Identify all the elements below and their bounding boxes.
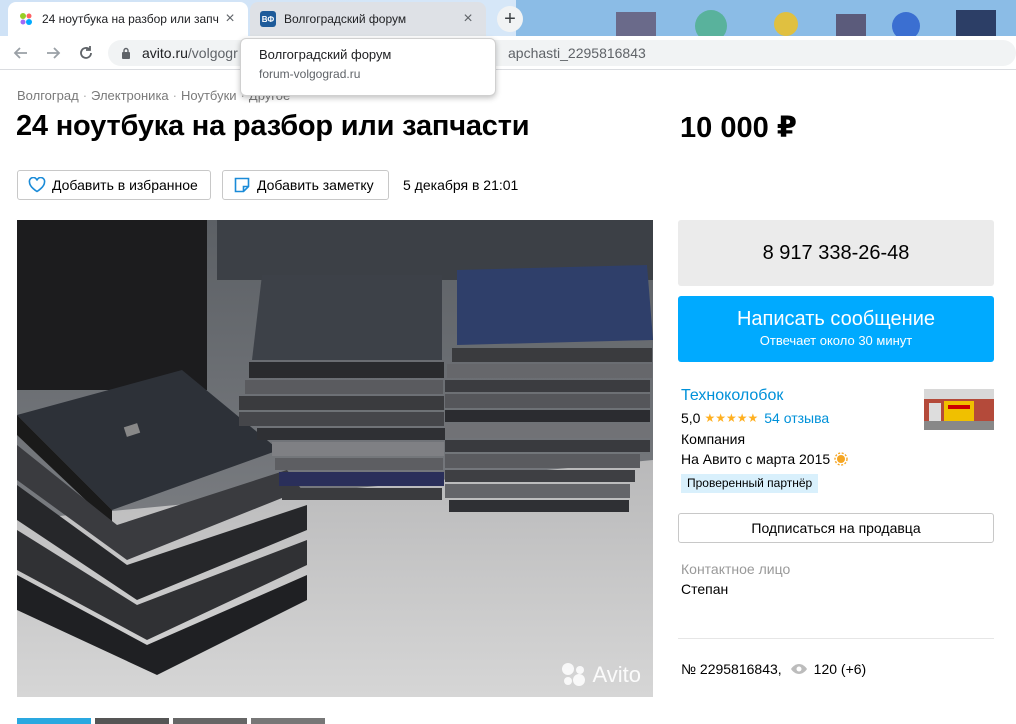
phone-number: 8 917 338-26-48 bbox=[762, 241, 910, 264]
seller-since: На Авито с марта 2015 bbox=[681, 451, 848, 467]
tooltip-url: forum-volgograd.ru bbox=[259, 67, 361, 81]
add-to-favorites-button[interactable]: Добавить в избранное bbox=[17, 170, 211, 200]
views-count: 120 (+6) bbox=[813, 661, 867, 677]
write-message-button[interactable]: Написать сообщение Отвечает около 30 мин… bbox=[678, 296, 994, 362]
publish-date: 5 декабря в 21:01 bbox=[403, 177, 519, 193]
medal-icon bbox=[834, 452, 848, 466]
message-label: Написать сообщение bbox=[736, 308, 935, 330]
seller-name-link[interactable]: Техноколобок bbox=[681, 387, 783, 405]
tab-avito[interactable]: 24 ноутбука на разбор или запч × bbox=[8, 2, 248, 36]
tab-title: 24 ноутбука на разбор или запч bbox=[42, 12, 219, 26]
forum-icon: ВФ bbox=[260, 11, 276, 27]
forum-badge: ВФ bbox=[260, 11, 276, 27]
since-text: На Авито с марта 2015 bbox=[681, 451, 831, 467]
tab-hover-tooltip: Волгоградский форум forum-volgograd.ru bbox=[240, 38, 496, 96]
new-tab-button[interactable]: + bbox=[497, 6, 523, 32]
favorites-label: Добавить в избранное bbox=[52, 177, 198, 193]
response-time: Отвечает около 30 минут bbox=[759, 333, 913, 348]
phone-button[interactable]: 8 917 338-26-48 bbox=[678, 220, 994, 286]
thumbnail[interactable] bbox=[251, 718, 325, 724]
breadcrumb-item[interactable]: Ноутбуки bbox=[181, 88, 237, 103]
lock-icon bbox=[122, 47, 130, 59]
laptops-photo-image bbox=[17, 220, 653, 697]
url-path: /volgogr bbox=[187, 45, 238, 61]
breadcrumb-item[interactable]: Волгоград bbox=[17, 88, 79, 103]
add-note-button[interactable]: Добавить заметку bbox=[222, 170, 389, 200]
listing-photo[interactable]: Avito bbox=[17, 220, 653, 697]
subscribe-seller-button[interactable]: Подписаться на продавца bbox=[678, 513, 994, 543]
page-title: 24 ноутбука на разбор или запчасти bbox=[16, 110, 530, 142]
back-button[interactable] bbox=[10, 42, 32, 64]
heart-icon bbox=[28, 177, 46, 193]
tab-bar: 24 ноутбука на разбор или запч × ВФ Волг… bbox=[0, 0, 1016, 36]
seller-type: Компания bbox=[681, 431, 746, 447]
contact-person-label: Контактное лицо bbox=[681, 561, 791, 577]
divider bbox=[678, 638, 994, 639]
verified-partner-badge: Проверенный партнёр bbox=[681, 474, 819, 493]
watermark-text: Avito bbox=[592, 662, 641, 687]
reviews-link[interactable]: 54 отзыва bbox=[764, 410, 829, 426]
desktop-background bbox=[516, 0, 1016, 36]
shop-photo-image bbox=[924, 389, 994, 430]
thumbnail[interactable] bbox=[95, 718, 169, 724]
arrow-right-icon bbox=[47, 47, 61, 59]
tooltip-title: Волгоградский форум bbox=[259, 47, 392, 62]
photo-thumbnails bbox=[17, 718, 653, 724]
breadcrumb-item[interactable]: Электроника bbox=[91, 88, 169, 103]
price: 10 000 ₽ bbox=[680, 112, 797, 144]
note-label: Добавить заметку bbox=[257, 177, 374, 193]
seller-shop-photo[interactable] bbox=[924, 389, 994, 430]
close-icon[interactable]: × bbox=[460, 11, 476, 27]
tab-title: Волгоградский форум bbox=[284, 12, 407, 26]
url-tail: apchasti_2295816843 bbox=[508, 45, 646, 61]
item-number: № 2295816843, bbox=[681, 661, 782, 677]
seller-rating: 5,0 ★★★★★ 54 отзыва bbox=[681, 410, 829, 426]
thumbnail[interactable] bbox=[17, 718, 91, 724]
thumbnail[interactable] bbox=[173, 718, 247, 724]
plus-icon: + bbox=[504, 8, 516, 30]
contact-person-name: Степан bbox=[681, 581, 729, 597]
arrow-left-icon bbox=[13, 47, 27, 59]
avito-logo-icon bbox=[562, 663, 586, 686]
listing-meta: № 2295816843, 120 (+6) bbox=[681, 661, 866, 677]
rating-stars-icon: ★★★★★ bbox=[704, 411, 759, 425]
subscribe-label: Подписаться на продавца bbox=[751, 520, 921, 536]
forward-button[interactable] bbox=[42, 42, 64, 64]
avito-icon bbox=[18, 11, 34, 27]
tab-volgograd-forum[interactable]: ВФ Волгоградский форум × bbox=[250, 2, 486, 36]
rating-value: 5,0 bbox=[681, 410, 701, 426]
close-icon[interactable]: × bbox=[222, 11, 238, 27]
avito-watermark: Avito bbox=[560, 661, 641, 689]
note-icon bbox=[234, 177, 250, 193]
browser-toolbar: avito.ru/volgogr apchasti_2295816843 bbox=[0, 36, 1016, 70]
url-host: avito.ru bbox=[142, 45, 188, 61]
eye-icon bbox=[790, 664, 807, 674]
reload-icon bbox=[80, 46, 92, 59]
reload-button[interactable] bbox=[75, 42, 97, 64]
